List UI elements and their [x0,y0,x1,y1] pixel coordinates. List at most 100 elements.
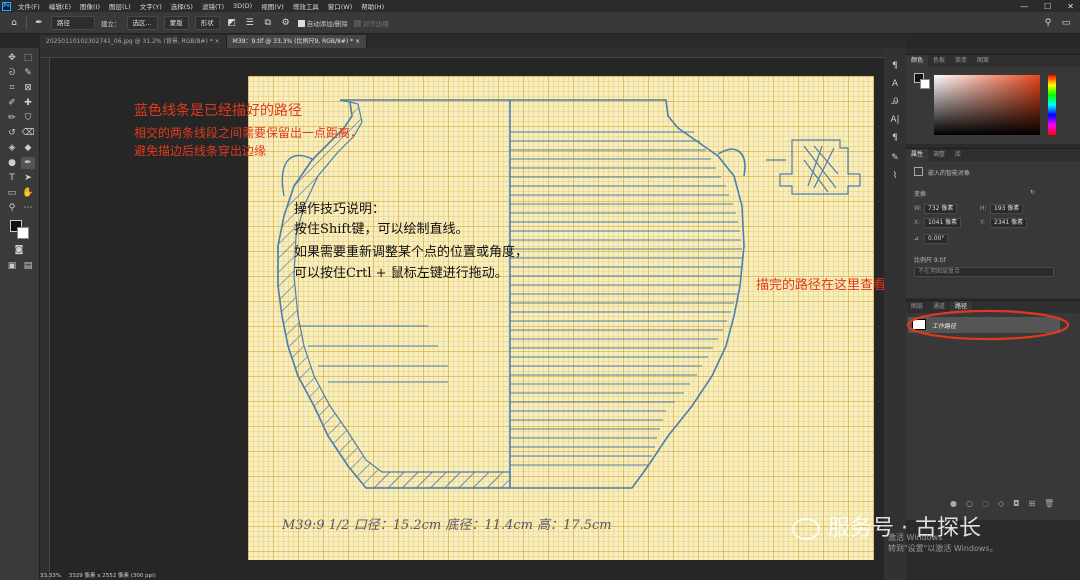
menu-plugins[interactable]: 增效工具 [293,1,319,11]
note-blue-lines: 蓝色线条是已经描好的路径 [134,103,302,119]
paint-bucket-icon[interactable]: ◈ [5,142,19,154]
color-picker-field[interactable] [934,75,1040,135]
menu-edit[interactable]: 编辑(E) [49,1,71,11]
options-bar: ⌂ ✒ 路径 建立： 选区... 蒙版 形状 ◩ ☰ ⧉ ⚙ 自动添加/删除 对… [0,12,1080,34]
search-icon[interactable]: ⚲ [1042,17,1054,29]
mode-select[interactable]: 路径 [51,15,95,30]
delete-path-icon[interactable]: 🗑 [1044,499,1054,508]
auto-add-delete-checkbox[interactable]: 自动添加/删除 [297,18,348,28]
tab-libraries[interactable]: 库 [950,149,966,161]
eraser-tool-icon[interactable]: ⌫ [21,127,35,139]
brushes-icon[interactable]: ⌇ [888,170,902,182]
tab-adjustments[interactable]: 调整 [928,149,950,161]
zoom-tool-icon[interactable]: ⚲ [5,202,19,214]
artboard-icon[interactable]: ▤ [21,260,35,272]
frame-tool-icon[interactable]: ⊠ [21,82,35,94]
screen-mode-icon[interactable]: ▣ [5,260,19,272]
zoom-level[interactable]: 33.33% [40,573,61,579]
stroke-path-icon[interactable]: ○ [966,499,973,508]
quick-select-icon[interactable]: ✎ [21,67,35,79]
blur-tool-icon[interactable]: ◆ [21,142,35,154]
height-field[interactable]: 193 像素 [990,204,1024,214]
tab-properties[interactable]: 属性 [906,149,929,161]
maximize-button[interactable]: ☐ [1044,2,1051,11]
menu-window[interactable]: 窗口(W) [328,1,353,11]
y-field[interactable]: 2341 像素 [990,218,1028,228]
path-select-icon[interactable]: ➤ [21,172,35,184]
background-color-swatch[interactable] [17,227,29,239]
tab-patterns[interactable]: 图案 [972,55,994,67]
path-arrangement-icon[interactable]: ⧉ [262,17,274,29]
character-icon[interactable]: A [888,78,902,90]
tab-swatches[interactable]: 色板 [928,55,950,67]
paragraph-style-icon[interactable]: ¶ [888,132,902,144]
history-brush-icon[interactable]: ↺ [5,127,19,139]
tab-close-icon[interactable]: × [215,38,220,45]
align-edges-checkbox[interactable]: 对齐边缘 [353,18,389,28]
panel-footer-icons: ● ○ ◌ ◇ ◘ ⊞ 🗑 [950,499,1054,508]
path-alignment-icon[interactable]: ☰ [244,17,256,29]
stamp-tool-icon[interactable]: ⛉ [21,112,35,124]
make-selection-button[interactable]: 选区... [126,15,158,30]
add-mask-icon[interactable]: ◘ [1013,499,1019,508]
menu-filter[interactable]: 滤镜(T) [202,1,224,11]
tab-close-icon[interactable]: × [355,38,360,45]
close-button[interactable]: ✕ [1067,2,1074,11]
brush-settings-icon[interactable]: ✎ [888,152,902,164]
document-canvas[interactable]: 蓝色线条是已经描好的路径 相交的两条线段之间需要保留出一点距离， 避免描边后线条… [134,76,886,560]
tools-panel: ✥ ⬚ ᘐ ✎ ⌗ ⊠ ✐ ✚ ✏ ⛉ ↺ ⌫ ◈ ◆ ● ✒ T ➤ ▭ ✋ … [0,48,40,580]
path-operations-icon[interactable]: ◩ [226,17,238,29]
menu-file[interactable]: 文件(F) [18,1,40,11]
doc-info: 3329 像素 x 2552 像素 (300 ppi) [68,573,156,579]
type-tool-icon[interactable]: T [5,172,19,184]
menu-image[interactable]: 图像(I) [80,1,100,11]
home-icon[interactable]: ⌂ [8,17,20,29]
tips-title: 操作技巧说明： [294,202,386,217]
dodge-tool-icon[interactable]: ● [5,157,19,169]
load-selection-icon[interactable]: ◌ [982,499,989,508]
menu-view[interactable]: 视图(V) [261,1,284,11]
fill-path-icon[interactable]: ● [950,499,957,508]
red-ellipse-highlight [906,309,1070,341]
hue-slider[interactable] [1048,75,1056,135]
make-work-path-icon[interactable]: ◇ [998,499,1004,508]
eyedropper-icon[interactable]: ✐ [5,97,19,109]
rectangle-tool-icon[interactable]: ▭ [5,187,19,199]
angle-field[interactable]: 0.00° [924,234,949,244]
crop-tool-icon[interactable]: ⌗ [5,82,19,94]
paths-panel: 图层 通道 路径 工作路径 ● ○ ◌ ◇ ◘ ⊞ 🗑 [906,300,1080,520]
hand-tool-icon[interactable]: ✋ [21,187,35,199]
background-swatch[interactable] [920,79,930,89]
menu-layer[interactable]: 图层(L) [109,1,131,11]
spot-heal-icon[interactable]: ✚ [21,97,35,109]
move-tool-icon[interactable]: ✥ [5,52,19,64]
brush-tool-icon[interactable]: ✏ [5,112,19,124]
glyph-icon[interactable]: Ꭿ [888,96,902,108]
tab-document-1[interactable]: 20250110102302741_06.jpg @ 31.2% (背景, RG… [40,35,227,48]
tab-color[interactable]: 颜色 [906,55,929,67]
lasso-tool-icon[interactable]: ᘐ [5,67,19,79]
width-field[interactable]: 732 像素 [924,204,958,214]
tab-document-2[interactable]: M39：9.tif @ 33.3% (比例尺9, RGB/8#) * × [226,35,368,48]
menu-help[interactable]: 帮助(H) [361,1,384,11]
new-path-icon[interactable]: ⊞ [1028,499,1035,508]
marquee-tool-icon[interactable]: ⬚ [21,52,35,64]
menu-type[interactable]: 文字(Y) [140,1,162,11]
pen-tool-icon[interactable]: ✒ [21,157,35,169]
minimize-button[interactable]: — [1020,2,1028,11]
layer-comp-select[interactable]: 不在用图层复合 [914,267,1054,277]
quick-mask-icon[interactable]: ◙ [12,244,26,256]
more-tools-icon[interactable]: ⋯ [21,202,35,214]
paragraph-icon[interactable]: ¶ [888,60,902,72]
menu-3d[interactable]: 3D(D) [233,2,252,10]
tab-gradients[interactable]: 渐变 [950,55,972,67]
menu-select[interactable]: 选择(S) [171,1,193,11]
reset-transform-icon[interactable]: ↻ [1030,189,1035,196]
workspace-icon[interactable]: ▭ [1060,17,1072,29]
type-panel-icon[interactable]: A| [888,114,902,126]
gear-icon[interactable]: ⚙ [280,17,292,29]
make-mask-button[interactable]: 蒙版 [163,15,189,30]
pen-tool-icon[interactable]: ✒ [33,17,45,29]
x-field[interactable]: 1041 像素 [924,218,962,228]
make-shape-button[interactable]: 形状 [194,15,220,30]
